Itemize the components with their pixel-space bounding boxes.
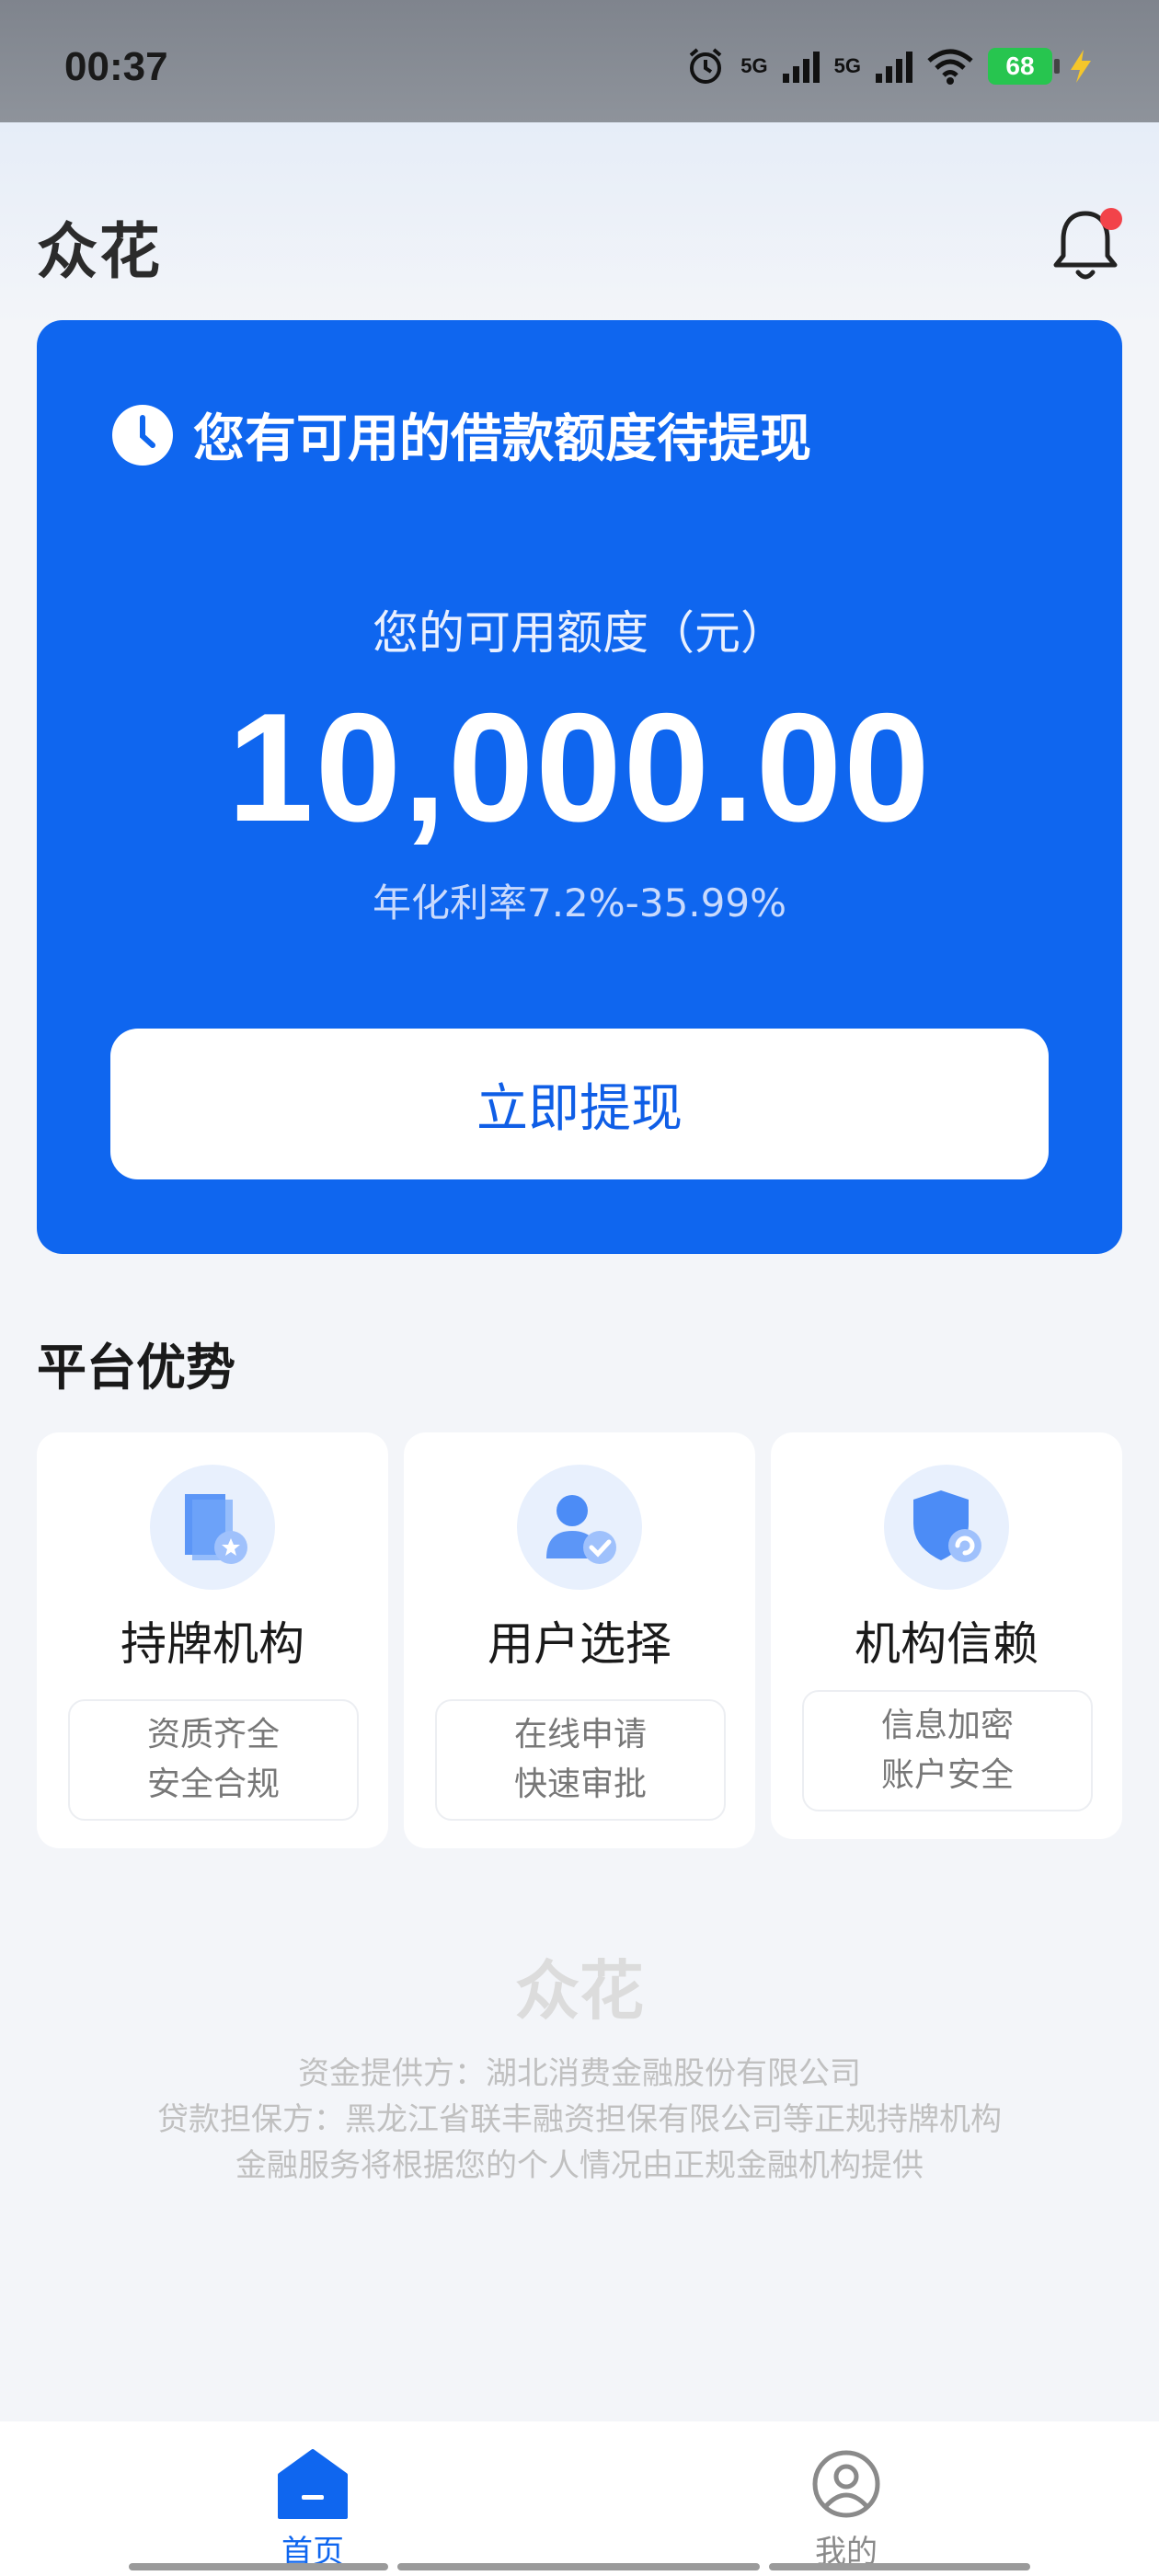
feature-card-user-choice: 用户选择 在线申请 快速审批 bbox=[404, 1432, 755, 1848]
app-logo: 众花 bbox=[37, 216, 162, 287]
gesture-bar bbox=[397, 2563, 760, 2570]
charging-bolt-icon bbox=[1071, 50, 1091, 83]
status-time: 00:37 bbox=[64, 44, 168, 89]
feature-card-trusted: 机构信赖 信息加密 账户安全 bbox=[771, 1432, 1122, 1839]
feature-description: 在线申请 快速审批 bbox=[435, 1699, 726, 1821]
bottom-tab-bar: 首页 我的 bbox=[0, 2421, 1159, 2576]
trust-shield-icon bbox=[913, 1490, 981, 1562]
clock-icon bbox=[112, 404, 173, 466]
battery-level: 68 bbox=[1005, 52, 1035, 80]
footer-fund-provider: 资金提供方：湖北消费金融股份有限公司 bbox=[298, 2055, 861, 2092]
alarm-icon bbox=[689, 48, 722, 84]
feature-line: 安全合规 bbox=[146, 1765, 280, 1803]
feature-title: 持牌机构 bbox=[120, 1617, 304, 1671]
gesture-bar bbox=[769, 2563, 1030, 2570]
signal-bars-icon bbox=[782, 52, 820, 83]
feature-icon-wrap bbox=[150, 1465, 275, 1590]
footer-guarantor: 贷款担保方：黑龙江省联丰融资担保有限公司等正规持牌机构 bbox=[157, 2101, 1002, 2138]
feature-line: 账户安全 bbox=[880, 1756, 1014, 1794]
footer-disclaimer: 金融服务将根据您的个人情况由正规金融机构提供 bbox=[235, 2147, 924, 2184]
network-type-label: 5G bbox=[740, 54, 768, 77]
status-icons: 5G 5G 68 bbox=[685, 46, 1095, 86]
feature-line: 信息加密 bbox=[880, 1707, 1014, 1744]
user-check-icon bbox=[546, 1495, 616, 1564]
tab-profile[interactable]: 我的 bbox=[754, 2440, 938, 2570]
withdraw-button[interactable]: 立即提现 bbox=[110, 1029, 1049, 1179]
credit-limit-card: 您有可用的借款额度待提现 您的可用额度（元） 10,000.00 年化利率7.2… bbox=[37, 320, 1122, 1254]
interest-rate: 年化利率7.2%-35.99% bbox=[372, 880, 786, 926]
feature-line: 在线申请 bbox=[513, 1716, 647, 1754]
profile-icon bbox=[812, 2450, 880, 2518]
footer-logo: 众花 bbox=[515, 1953, 644, 2029]
tab-home[interactable]: 首页 bbox=[221, 2440, 405, 2570]
notification-button[interactable] bbox=[1049, 204, 1122, 287]
wifi-icon bbox=[927, 49, 973, 85]
bell-icon bbox=[1053, 208, 1122, 280]
network-type-label: 5G bbox=[833, 54, 861, 77]
feature-title: 用户选择 bbox=[488, 1617, 671, 1671]
amount-label: 您的可用额度（元） bbox=[373, 606, 786, 660]
section-title: 平台优势 bbox=[37, 1339, 235, 1397]
feature-description: 资质齐全 安全合规 bbox=[68, 1699, 359, 1821]
battery-indicator: 68 bbox=[988, 48, 1060, 85]
signal-bars-icon bbox=[876, 52, 912, 83]
license-shield-icon bbox=[185, 1494, 247, 1564]
available-amount: 10,000.00 bbox=[227, 681, 932, 854]
feature-line: 快速审批 bbox=[513, 1765, 647, 1803]
feature-line: 资质齐全 bbox=[146, 1716, 280, 1754]
status-bar: 00:37 5G 5G 68 bbox=[0, 0, 1159, 122]
feature-description: 信息加密 账户安全 bbox=[802, 1690, 1093, 1811]
card-header: 您有可用的借款额度待提现 bbox=[110, 397, 811, 472]
feature-icon-wrap bbox=[884, 1465, 1009, 1590]
feature-title: 机构信赖 bbox=[855, 1617, 1039, 1671]
home-icon bbox=[278, 2449, 348, 2519]
header-background bbox=[0, 122, 1159, 325]
card-title: 您有可用的借款额度待提现 bbox=[193, 409, 811, 469]
feature-icon-wrap bbox=[517, 1465, 642, 1590]
feature-card-licensed: 持牌机构 资质齐全 安全合规 bbox=[37, 1432, 388, 1848]
gesture-bar bbox=[129, 2563, 388, 2570]
